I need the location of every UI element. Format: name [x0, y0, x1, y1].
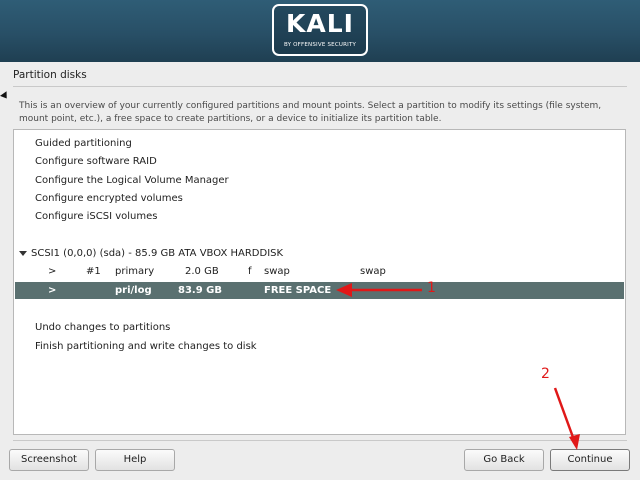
partition-marker: > — [48, 266, 57, 277]
disk-label: SCSI1 (0,0,0) (sda) - 85.9 GB ATA VBOX H… — [31, 248, 284, 259]
list-item-undo-changes[interactable]: Undo changes to partitions — [15, 319, 624, 336]
partition-size: 83.9 GB — [178, 285, 222, 296]
partition-type: primary — [115, 266, 155, 277]
list-item-finish-partitioning[interactable]: Finish partitioning and write changes to… — [15, 338, 624, 355]
list-item-label: Configure software RAID — [35, 156, 157, 167]
logo-subtext: BY OFFENSIVE SECURITY — [283, 42, 357, 48]
continue-button[interactable]: Continue — [550, 449, 630, 471]
kali-banner: KALI BY OFFENSIVE SECURITY — [0, 0, 640, 62]
title-divider — [13, 86, 627, 87]
partition-list[interactable]: Guided partitioning Configure software R… — [13, 129, 626, 435]
list-item-label: Finish partitioning and write changes to… — [35, 341, 257, 352]
list-item-label: Configure the Logical Volume Manager — [35, 175, 229, 186]
list-item-guided-partitioning[interactable]: Guided partitioning — [15, 135, 624, 152]
kali-logo: KALI BY OFFENSIVE SECURITY — [272, 4, 368, 56]
annotation-arrowhead-2 — [569, 434, 580, 450]
list-item-configure-iscsi[interactable]: Configure iSCSI volumes — [15, 208, 624, 225]
mouse-cursor-icon — [0, 91, 10, 101]
logo-text: KALI — [286, 9, 354, 38]
help-button[interactable]: Help — [95, 449, 175, 471]
partition-flag: f — [248, 266, 252, 277]
list-item-configure-encrypted[interactable]: Configure encrypted volumes — [15, 190, 624, 207]
annotation-label-2: 2 — [541, 366, 550, 382]
screenshot-button[interactable]: Screenshot — [9, 449, 89, 471]
go-back-button[interactable]: Go Back — [464, 449, 544, 471]
step-title: Partition disks — [13, 69, 87, 81]
partition-fs: swap — [264, 266, 290, 277]
annotation-label-1: 1 — [427, 280, 436, 296]
free-space-row[interactable]: > pri/log 83.9 GB FREE SPACE — [15, 282, 624, 299]
list-item-label: Configure encrypted volumes — [35, 193, 183, 204]
list-item-configure-lvm[interactable]: Configure the Logical Volume Manager — [15, 172, 624, 189]
partition-type: pri/log — [115, 285, 152, 296]
partition-row[interactable]: > #1 primary 2.0 GB f swap swap — [15, 263, 624, 280]
partition-mount: swap — [360, 266, 386, 277]
list-item-configure-raid[interactable]: Configure software RAID — [15, 153, 624, 170]
list-item-label: Guided partitioning — [35, 138, 132, 149]
button-divider — [13, 440, 627, 441]
partition-fs: FREE SPACE — [264, 285, 332, 296]
expand-triangle-icon — [19, 251, 27, 256]
partition-size: 2.0 GB — [185, 266, 219, 277]
disk-device-row[interactable]: SCSI1 (0,0,0) (sda) - 85.9 GB ATA VBOX H… — [15, 245, 624, 262]
partition-marker: > — [48, 285, 57, 296]
list-item-label: Undo changes to partitions — [35, 322, 171, 333]
description-text: This is an overview of your currently co… — [19, 101, 602, 124]
list-item-label: Configure iSCSI volumes — [35, 211, 158, 222]
partition-number: #1 — [86, 266, 101, 277]
